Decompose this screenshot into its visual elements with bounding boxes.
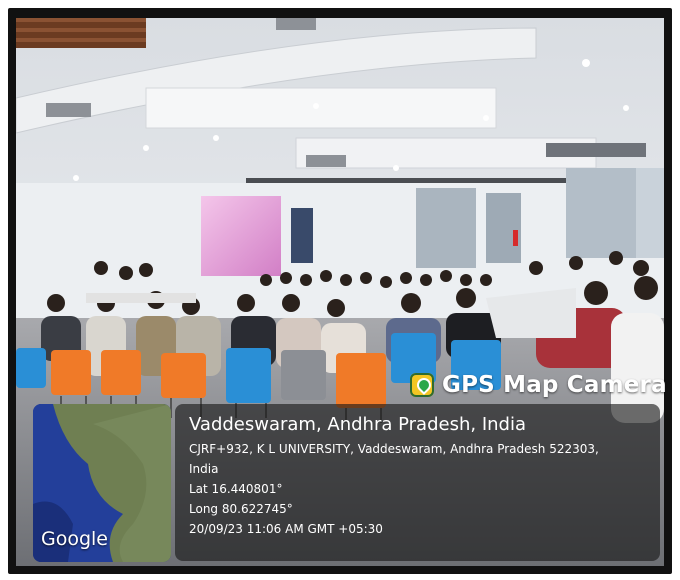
ceiling-slats — [16, 18, 146, 48]
address-line-1: CJRF+932, K L UNIVERSITY, Vaddeswaram, A… — [189, 442, 599, 456]
mini-map: Google — [33, 404, 171, 562]
projection-screen — [201, 196, 281, 276]
timestamp: 20/09/23 11:06 AM GMT +05:30 — [189, 522, 383, 536]
brand-label: GPS Map Camera — [442, 372, 667, 398]
location-info-panel: Vaddeswaram, Andhra Pradesh, India CJRF+… — [175, 404, 660, 561]
gps-map-camera-brand: GPS Map Camera — [410, 368, 667, 402]
longitude: Long 80.622745° — [189, 502, 293, 516]
location-title: Vaddeswaram, Andhra Pradesh, India — [189, 414, 526, 435]
map-pin-icon — [410, 373, 434, 397]
google-attribution: Google — [41, 528, 109, 550]
address-line-2: India — [189, 462, 219, 476]
latitude: Lat 16.440801° — [189, 482, 283, 496]
